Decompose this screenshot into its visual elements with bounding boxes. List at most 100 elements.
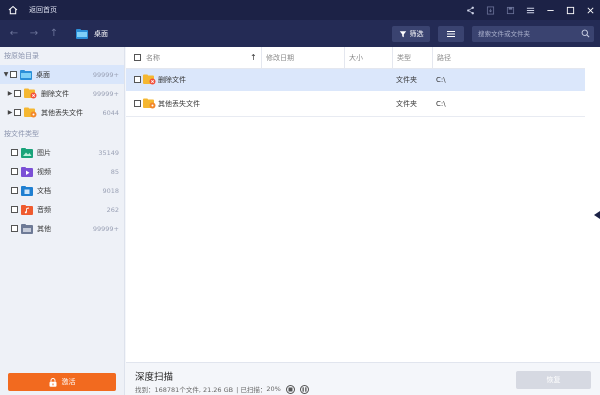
file-type: 文件夹 — [396, 76, 417, 84]
tree-item-deleted-files[interactable]: ▶ 删除文件 99999+ — [0, 84, 124, 103]
select-all-checkbox[interactable] — [134, 54, 141, 61]
tree-item-label: 其他丢失文件 — [41, 108, 83, 117]
item-count: 99999+ — [92, 70, 119, 79]
item-count: 35149 — [98, 148, 119, 157]
expand-right-icon[interactable]: ▶ — [6, 90, 14, 97]
item-count: 6044 — [102, 108, 119, 117]
sort-ascending-icon[interactable]: ↑ — [250, 47, 257, 69]
deleted-folder-icon — [143, 74, 156, 85]
category-label: 音频 — [37, 205, 51, 214]
expand-down-icon[interactable]: ▼ — [2, 71, 10, 78]
home-icon[interactable] — [5, 2, 21, 18]
audio-folder-icon — [21, 204, 33, 215]
other-folder-icon — [21, 223, 33, 234]
sidebar: 按原始目录 ▼ 桌面 99999+ ▶ 删除文件 99999+ ▶ 其他丢失文件… — [0, 47, 125, 395]
category-videos[interactable]: 视频 85 — [0, 162, 124, 181]
breadcrumb-label: 桌面 — [94, 29, 108, 38]
category-label: 其他 — [37, 224, 51, 233]
recover-button[interactable]: 恢复 — [516, 371, 591, 389]
menu-icon[interactable] — [520, 0, 540, 20]
type-section-title: 按文件类型 — [4, 130, 39, 138]
column-size[interactable]: 大小 — [344, 47, 363, 69]
lost-folder-icon — [24, 107, 37, 118]
checkbox[interactable] — [14, 90, 21, 97]
path-section-title: 按原始目录 — [4, 52, 39, 60]
checkbox[interactable] — [10, 71, 17, 78]
found-value: 168781个文件, 21.26 GB — [154, 386, 234, 394]
item-count: 99999+ — [92, 224, 119, 233]
table-header: 名称 ↑ 修改日期 大小 类型 路径 — [126, 47, 600, 69]
checkbox[interactable] — [11, 225, 18, 232]
forward-arrow-icon[interactable]: → — [24, 28, 44, 39]
search-box[interactable] — [472, 26, 594, 42]
toolbar: ← → ↑ 桌面 筛选 — [0, 20, 600, 47]
checkbox[interactable] — [11, 149, 18, 156]
stop-icon[interactable] — [285, 384, 295, 394]
activate-button[interactable]: 激活 — [8, 373, 116, 391]
checkbox[interactable] — [134, 76, 141, 83]
scan-title: 深度扫描 — [135, 372, 174, 383]
file-type: 文件夹 — [396, 100, 417, 108]
column-name[interactable]: 名称 — [146, 47, 160, 69]
tree-item-other-lost-files[interactable]: ▶ 其他丢失文件 6044 — [0, 103, 124, 122]
expand-right-icon[interactable]: ▶ — [6, 109, 14, 116]
column-path[interactable]: 路径 — [432, 47, 451, 69]
column-type[interactable]: 类型 — [392, 47, 411, 69]
search-input[interactable] — [478, 30, 578, 38]
scrollbar-track[interactable] — [585, 47, 600, 362]
view-mode-button[interactable] — [438, 26, 464, 42]
desktop-folder-icon — [76, 28, 88, 39]
checkbox[interactable] — [14, 109, 21, 116]
table-row[interactable]: 其他丢失文件 文件夹 C:\ — [126, 93, 585, 115]
checkbox[interactable] — [134, 100, 141, 107]
up-arrow-icon[interactable]: ↑ — [44, 28, 64, 39]
scanned-label: | 已扫描： — [236, 386, 267, 394]
file-table: 名称 ↑ 修改日期 大小 类型 路径 删除文件 文件夹 C:\ 其他丢失文件 文… — [126, 47, 600, 362]
search-icon[interactable] — [581, 29, 590, 38]
item-count: 85 — [110, 167, 119, 176]
checkbox[interactable] — [11, 206, 18, 213]
category-documents[interactable]: 文档 9018 — [0, 181, 124, 200]
category-other[interactable]: 其他 99999+ — [0, 219, 124, 238]
file-name: 删除文件 — [158, 76, 186, 84]
lock-icon — [49, 377, 56, 387]
category-images[interactable]: 图片 35149 — [0, 143, 124, 162]
share-icon[interactable] — [460, 0, 480, 20]
file-name: 其他丢失文件 — [158, 100, 200, 108]
found-label: 找到： — [135, 386, 155, 394]
deleted-folder-icon — [24, 88, 37, 99]
category-label: 文档 — [37, 186, 51, 195]
back-to-home-label[interactable]: 返回首页 — [29, 5, 57, 15]
export-icon[interactable] — [480, 0, 500, 20]
column-modified[interactable]: 修改日期 — [261, 47, 294, 69]
funnel-icon — [399, 31, 406, 38]
tree-item-desktop[interactable]: ▼ 桌面 99999+ — [0, 65, 124, 84]
table-row[interactable]: 删除文件 文件夹 C:\ — [126, 69, 585, 91]
scan-status-bar: 深度扫描 找到： 168781个文件, 21.26 GB | 已扫描： 20% … — [126, 362, 600, 395]
activate-label: 激活 — [61, 378, 76, 386]
row-divider — [126, 116, 585, 117]
collapse-panel-icon[interactable] — [594, 211, 600, 219]
save-scan-icon[interactable] — [500, 0, 520, 20]
minimize-icon[interactable] — [540, 0, 560, 20]
maximize-icon[interactable] — [560, 0, 580, 20]
filter-label: 筛选 — [409, 30, 424, 38]
lost-folder-icon — [143, 98, 156, 109]
item-count: 9018 — [102, 186, 119, 195]
image-folder-icon — [21, 147, 33, 158]
category-audio[interactable]: 音频 262 — [0, 200, 124, 219]
video-folder-icon — [21, 166, 33, 177]
file-path: C:\ — [436, 100, 446, 108]
tree-item-label: 桌面 — [36, 70, 50, 79]
pause-icon[interactable] — [299, 384, 309, 394]
close-icon[interactable] — [580, 0, 600, 20]
title-bar: 返回首页 — [0, 0, 600, 20]
breadcrumb[interactable]: 桌面 — [76, 28, 108, 39]
filter-button[interactable]: 筛选 — [392, 26, 430, 42]
item-count: 262 — [106, 205, 119, 214]
back-arrow-icon[interactable]: ← — [4, 28, 24, 39]
scanned-value: 20% — [266, 385, 281, 393]
checkbox[interactable] — [11, 168, 18, 175]
file-path: C:\ — [436, 76, 446, 84]
checkbox[interactable] — [11, 187, 18, 194]
